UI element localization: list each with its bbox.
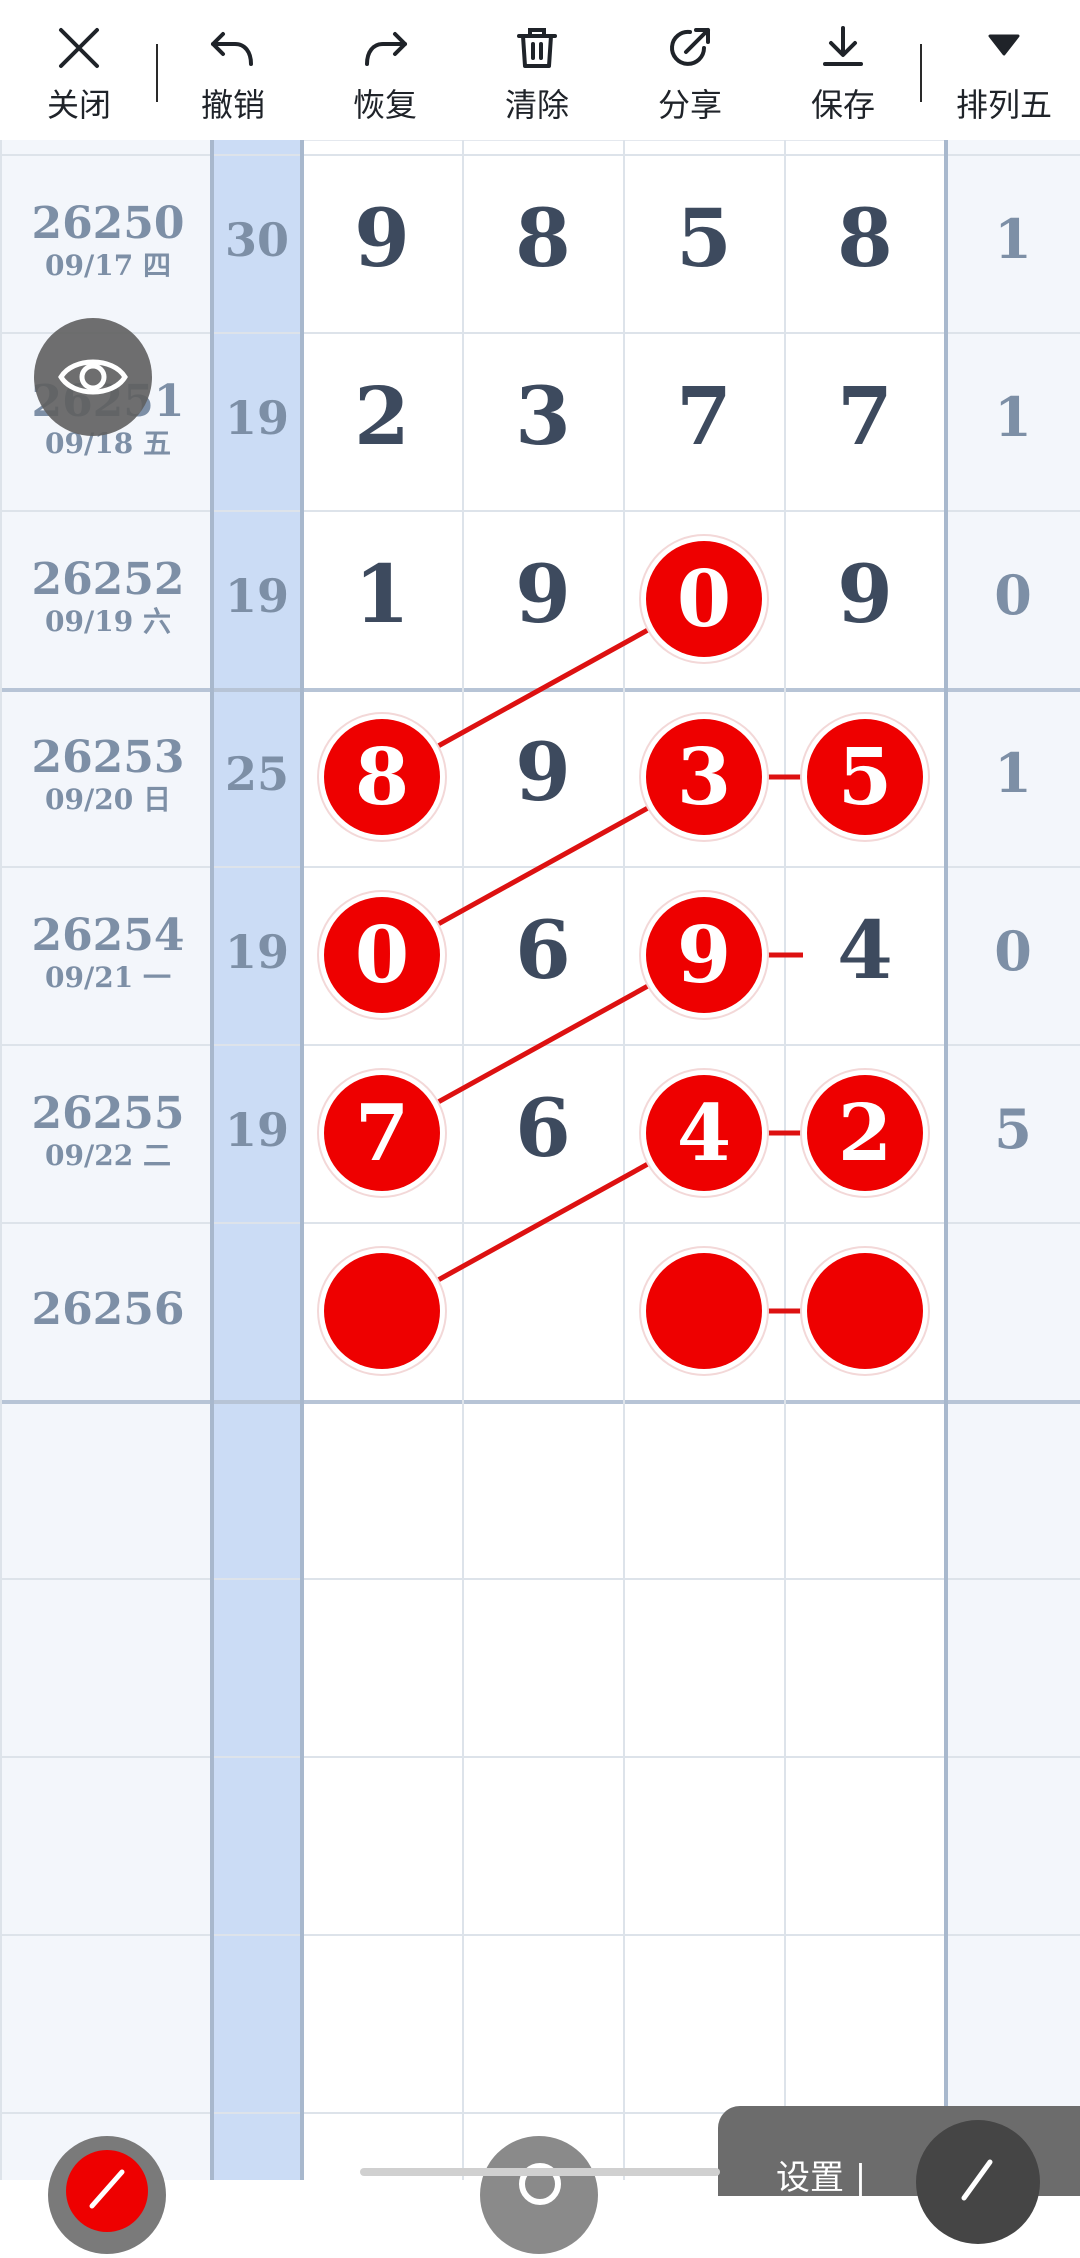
undo-button[interactable]: 撤销 xyxy=(168,0,298,140)
redo-label: 恢复 xyxy=(352,86,417,124)
settings-label[interactable]: 设置 | xyxy=(776,2150,866,2199)
issue-date: 09/22 二 xyxy=(45,1139,171,1172)
draw-grid[interactable]: 2625009/17 四30985812625109/18 五192377126… xyxy=(0,140,1080,2180)
issue-number: 26252 xyxy=(31,554,185,605)
issue-date: 09/20 日 xyxy=(45,783,171,816)
marked-ball[interactable] xyxy=(324,1253,440,1369)
trash-icon xyxy=(517,28,557,68)
issue-cell: 26252 09/19 六 xyxy=(6,555,210,639)
close-label: 关闭 xyxy=(46,86,111,124)
eye-icon xyxy=(58,359,128,395)
pencil-icon xyxy=(961,2159,993,2201)
lottery-selector[interactable]: 排列五 xyxy=(934,0,1074,140)
undo-icon xyxy=(211,32,253,66)
issue-date: 09/17 四 xyxy=(45,249,171,282)
search-button[interactable] xyxy=(480,2136,598,2254)
digit-cell[interactable]: 8 xyxy=(463,191,623,285)
share-button[interactable]: 分享 xyxy=(625,0,755,140)
edit-button[interactable] xyxy=(916,2120,1040,2244)
lottery-label: 排列五 xyxy=(955,86,1052,124)
redo-button[interactable]: 恢复 xyxy=(320,0,450,140)
sum-value: 25 xyxy=(224,747,289,801)
search-icon xyxy=(519,2163,561,2205)
digit-cell[interactable]: 9 xyxy=(463,547,623,641)
close-button[interactable]: 关闭 xyxy=(14,0,144,140)
sum-value: 19 xyxy=(224,391,289,445)
close-icon xyxy=(59,28,99,68)
issue-number: 26256 xyxy=(31,1284,185,1335)
brush-icon xyxy=(66,2150,148,2232)
issue-cell: 26256 xyxy=(6,1285,210,1335)
digit-cell[interactable]: 2 xyxy=(302,369,462,463)
eye-toggle-button[interactable] xyxy=(34,318,152,436)
issue-number: 26250 xyxy=(31,198,185,249)
digit-cell[interactable]: 9 xyxy=(302,191,462,285)
sum-value: 19 xyxy=(224,569,289,623)
result-value: 1 xyxy=(994,385,1032,449)
digit-cell[interactable]: 7 xyxy=(785,369,945,463)
digit-cell[interactable]: 3 xyxy=(463,369,623,463)
issue-cell: 26250 09/17 四 xyxy=(6,199,210,283)
issue-number: 26253 xyxy=(31,732,185,783)
share-label: 分享 xyxy=(657,86,722,124)
undo-label: 撤销 xyxy=(200,86,265,124)
issue-number: 26254 xyxy=(31,910,185,961)
digit-cell[interactable]: 8 xyxy=(785,191,945,285)
issue-cell: 26255 09/22 二 xyxy=(6,1089,210,1173)
digit-cell[interactable]: 7 xyxy=(624,369,784,463)
digit-cell[interactable]: 4 xyxy=(785,903,945,997)
digit-cell[interactable]: 5 xyxy=(624,191,784,285)
sum-value: 30 xyxy=(224,213,289,267)
digit-cell[interactable]: 9 xyxy=(463,725,623,819)
result-value: 0 xyxy=(994,919,1032,983)
marked-ball[interactable]: 0 xyxy=(324,897,440,1013)
marked-ball[interactable] xyxy=(646,1253,762,1369)
clear-label: 清除 xyxy=(504,86,569,124)
marked-ball[interactable]: 4 xyxy=(646,1075,762,1191)
brush-button[interactable] xyxy=(48,2136,166,2254)
marked-ball[interactable]: 7 xyxy=(324,1075,440,1191)
triangle-down-icon xyxy=(988,34,1020,56)
marked-ball[interactable] xyxy=(807,1253,923,1369)
issue-number: 26255 xyxy=(31,1088,185,1139)
marked-ball[interactable]: 8 xyxy=(324,719,440,835)
result-value: 0 xyxy=(994,563,1032,627)
result-value: 5 xyxy=(994,1097,1032,1161)
digit-cell[interactable]: 9 xyxy=(785,547,945,641)
share-icon xyxy=(670,28,710,66)
digit-cell[interactable]: 6 xyxy=(463,903,623,997)
marked-ball[interactable]: 2 xyxy=(807,1075,923,1191)
trend-line xyxy=(435,1160,651,1284)
sum-value: 19 xyxy=(224,1103,289,1157)
toolbar-divider xyxy=(156,44,158,102)
save-label: 保存 xyxy=(810,86,875,124)
sum-value: 19 xyxy=(224,925,289,979)
home-indicator xyxy=(360,2168,720,2176)
issue-date: 09/21 一 xyxy=(45,961,171,994)
digit-cell[interactable]: 1 xyxy=(302,547,462,641)
digit-cell[interactable]: 6 xyxy=(463,1081,623,1175)
issue-cell: 26254 09/21 一 xyxy=(6,911,210,995)
marked-ball[interactable]: 9 xyxy=(646,897,762,1013)
marked-ball[interactable]: 0 xyxy=(646,541,762,657)
download-icon xyxy=(823,26,863,66)
toolbar-divider xyxy=(920,44,922,102)
marked-ball[interactable]: 5 xyxy=(807,719,923,835)
issue-cell: 26253 09/20 日 xyxy=(6,733,210,817)
toolbar: 关闭 撤销 恢复 清除 分享 保存 排列五 xyxy=(0,0,1080,141)
marked-ball[interactable]: 3 xyxy=(646,719,762,835)
issue-date: 09/19 六 xyxy=(45,605,171,638)
clear-button[interactable]: 清除 xyxy=(472,0,602,140)
save-button[interactable]: 保存 xyxy=(778,0,908,140)
result-value: 1 xyxy=(994,207,1032,271)
redo-icon xyxy=(365,32,407,66)
result-value: 1 xyxy=(994,741,1032,805)
